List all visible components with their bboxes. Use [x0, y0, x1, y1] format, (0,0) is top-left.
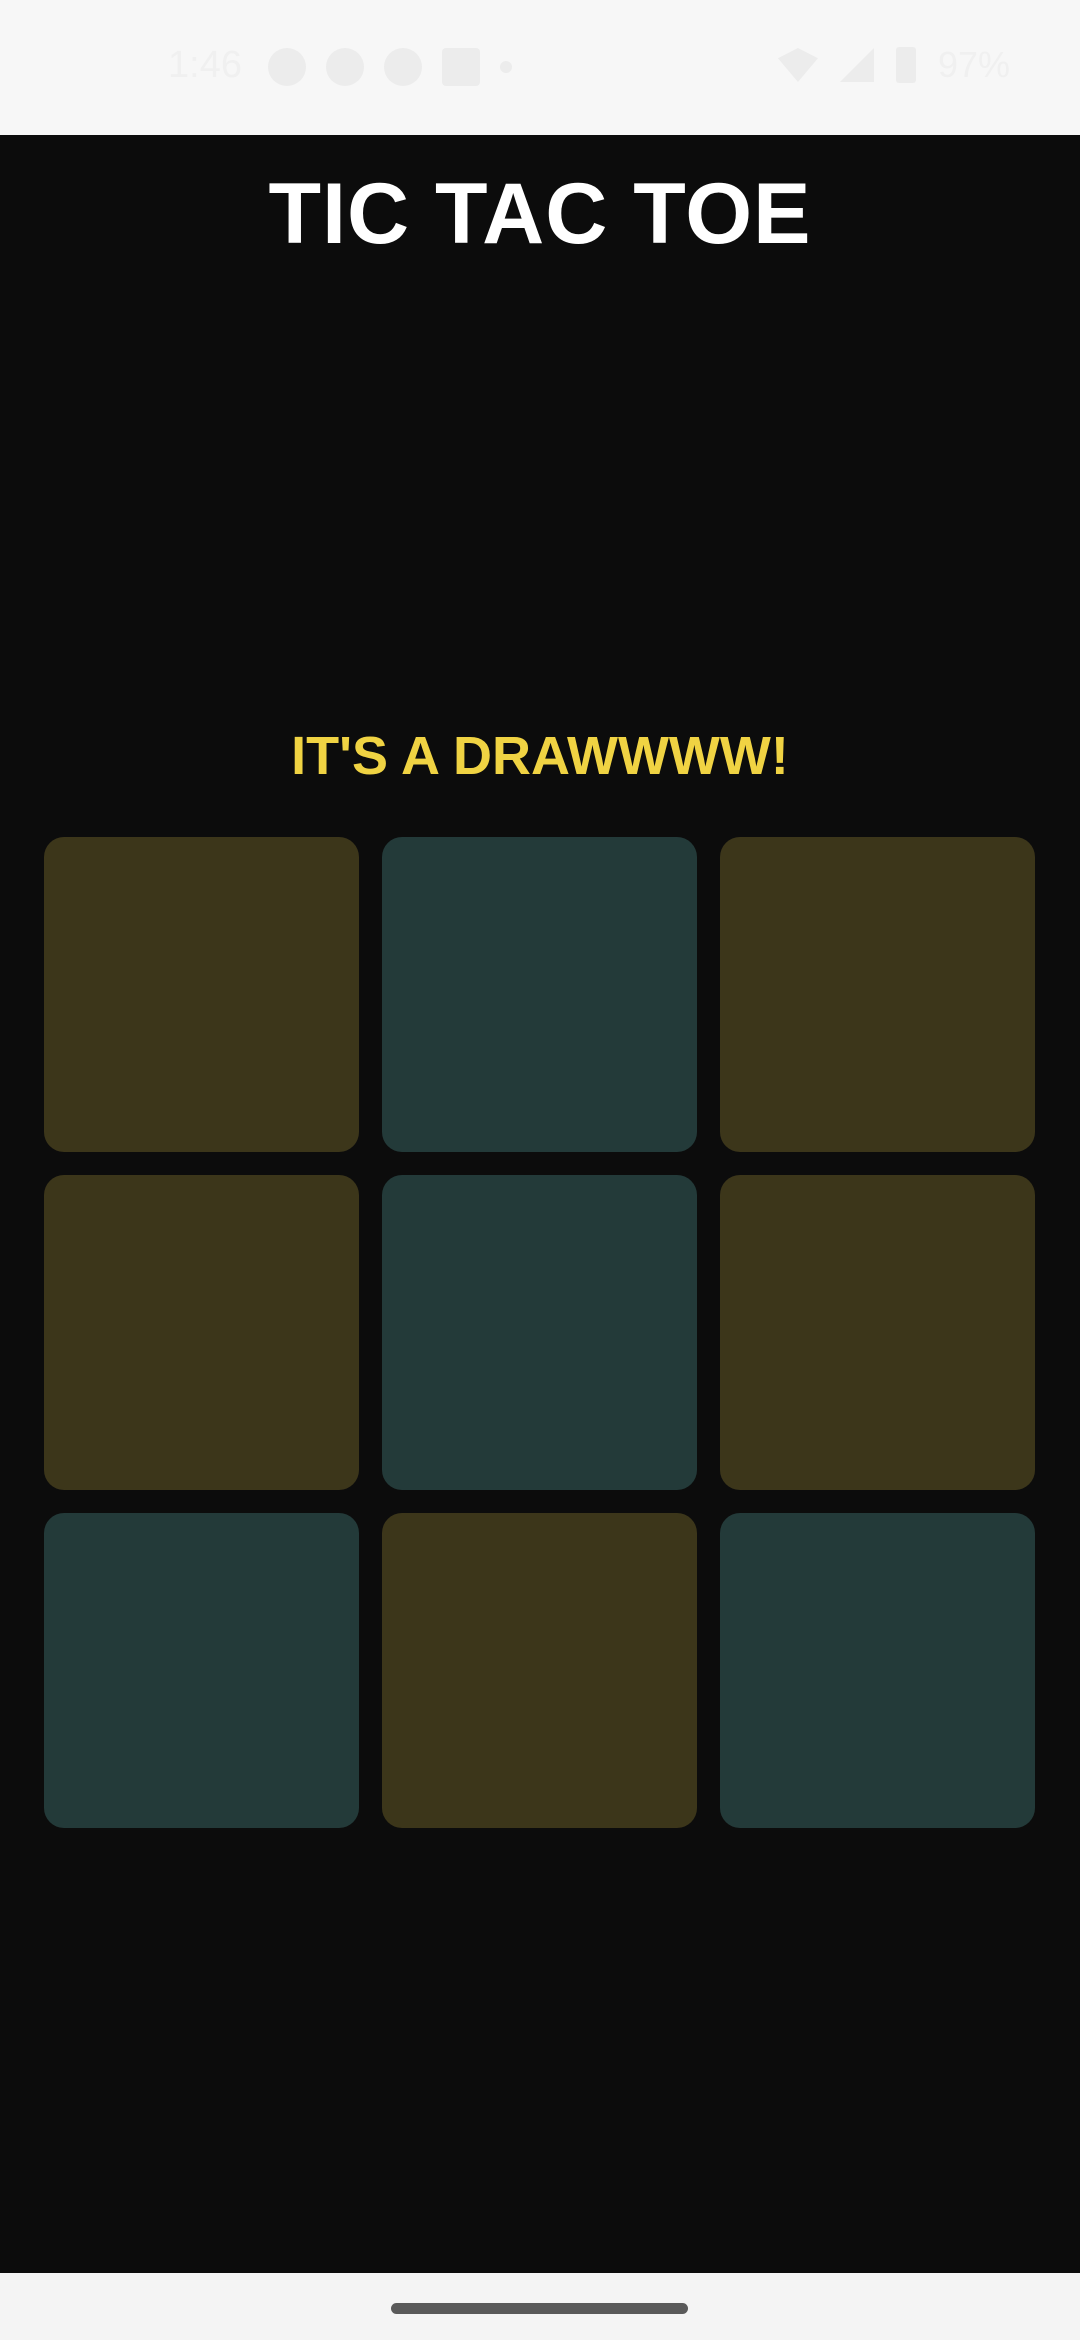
battery-percent: 97% [937, 44, 1010, 85]
cell-signal-icon [839, 48, 874, 82]
navigation-bar [0, 2273, 1080, 2340]
messenger-icon [268, 48, 306, 86]
board-cell-4[interactable] [44, 1175, 359, 1490]
board-cell-9[interactable] [720, 1513, 1035, 1828]
page-title: TIC TAC TOE [268, 166, 812, 262]
notification-icons [268, 48, 512, 86]
system-icons: 97% [777, 44, 1010, 86]
home-gesture-handle[interactable] [391, 2303, 688, 2314]
status-bar: 1:46 97% [0, 0, 1080, 135]
board-cell-7[interactable] [44, 1513, 359, 1828]
board-cell-6[interactable] [720, 1175, 1035, 1490]
board-cell-5[interactable] [382, 1175, 697, 1490]
board-cell-2[interactable] [382, 837, 697, 1152]
linkedin-icon [442, 48, 480, 86]
board-cell-1[interactable] [44, 837, 359, 1152]
notification-blob-icon [384, 48, 422, 86]
app-screen: TIC TAC TOE IT'S A DRAWWWW! [0, 135, 1080, 2273]
more-notifications-dot-icon [500, 61, 512, 73]
board-cell-3[interactable] [720, 837, 1035, 1152]
board-cell-8[interactable] [382, 1513, 697, 1828]
notification-circle-icon [326, 48, 364, 86]
game-result-text: IT'S A DRAWWWW! [291, 726, 789, 786]
battery-icon [895, 47, 916, 83]
game-board [44, 837, 1036, 1828]
status-time: 1:46 [168, 44, 242, 86]
wifi-icon [777, 48, 818, 82]
